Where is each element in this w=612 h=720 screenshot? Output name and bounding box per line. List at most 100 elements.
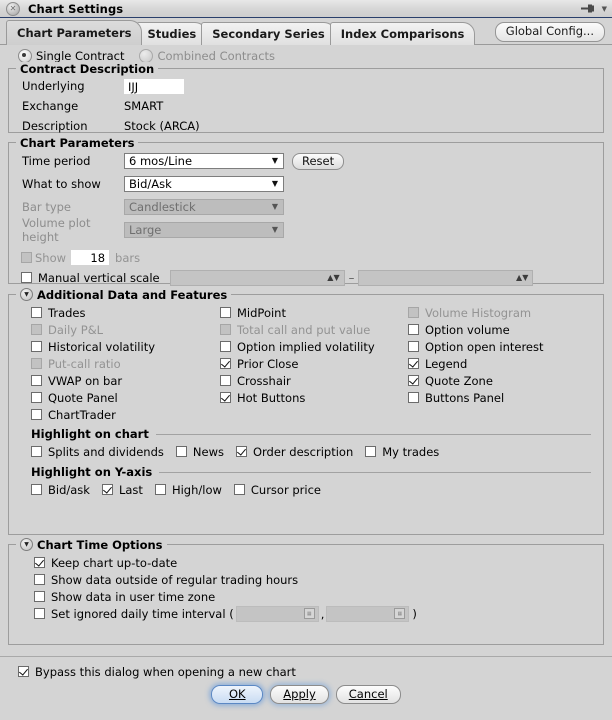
checkbox-news[interactable]: News [175,443,224,460]
reset-button[interactable]: Reset [292,152,345,170]
checkbox-box[interactable] [31,341,42,352]
checkbox-box[interactable] [220,392,231,403]
checkbox-box[interactable] [34,574,45,585]
additional-data-header[interactable]: ▼ Additional Data and Features [16,287,232,302]
checkbox-crosshair[interactable]: Crosshair [220,372,408,389]
checkbox-box[interactable] [154,484,166,495]
global-config-button[interactable]: Global Config... [494,22,605,42]
checkbox-show-data-outside-rth[interactable]: Show data outside of regular trading hou… [34,571,603,588]
checkbox-box[interactable] [408,358,419,369]
apply-button-label: Apply [283,687,316,701]
time-period-combo[interactable]: 6 mos/Line ▼ [124,153,284,169]
volume-plot-height-combo[interactable]: Large ▼ [124,222,284,238]
checkbox-box[interactable] [408,392,419,403]
checkbox-show-data-user-timezone[interactable]: Show data in user time zone [34,588,603,605]
checkbox-box[interactable] [220,307,231,318]
checkbox-legend[interactable]: Legend [408,355,588,372]
manual-scale-separator: – [348,270,355,285]
checkbox-box[interactable] [233,484,245,495]
disclosure-triangle-icon[interactable]: ▼ [20,288,33,301]
manual-vertical-scale-checkbox[interactable] [21,272,32,283]
disclosure-triangle-icon[interactable]: ▼ [20,538,33,551]
checkbox-box[interactable] [31,324,42,335]
checkbox-box[interactable] [34,591,45,602]
radio-combined-contracts[interactable] [139,48,154,63]
manual-scale-min-spinner[interactable]: ▲▼ [169,269,345,286]
checkbox-box[interactable] [220,375,231,386]
checkbox-splits-and-dividends[interactable]: Splits and dividends [31,443,164,460]
time-period-label: Time period [22,154,91,168]
radio-single-contract[interactable] [18,48,32,63]
ignored-interval-to-input[interactable]: ▦ [326,605,410,622]
checkbox-box[interactable] [408,375,419,386]
checkbox-box[interactable] [220,341,231,352]
checkbox-box[interactable] [408,324,419,335]
close-circle-icon[interactable]: ✕ [6,1,20,16]
checkbox-box[interactable] [31,358,42,369]
checkbox-box[interactable] [31,484,42,495]
checkbox-set-ignored-interval[interactable] [34,608,45,619]
tab-secondary-series[interactable]: Secondary Series [201,22,336,45]
checkbox-keep-chart-up-to-date[interactable]: Keep chart up-to-date [34,554,603,571]
checkbox-cursor-price[interactable]: Cursor price [233,481,321,498]
manual-scale-max-spinner[interactable]: ▲▼ [358,269,534,286]
tab-studies[interactable]: Studies [136,22,208,45]
checkbox-volume-histogram[interactable]: Volume Histogram [408,304,588,321]
cancel-button[interactable]: Cancel [335,685,401,704]
checkbox-my-trades[interactable]: My trades [365,443,439,460]
show-bars-checkbox[interactable] [21,252,32,263]
checkbox-box[interactable] [175,446,187,457]
checkbox-trades[interactable]: Trades [31,304,220,321]
checkbox-box[interactable] [31,375,42,386]
checkbox-historical-volatility[interactable]: Historical volatility [31,338,220,355]
checkbox-option-implied-volatility[interactable]: Option implied volatility [220,338,408,355]
checkbox-box[interactable] [365,446,377,457]
tab-index-comparisons[interactable]: Index Comparisons [329,22,476,45]
checkbox-label: ChartTrader [48,407,116,422]
what-to-show-label: What to show [22,177,101,191]
chart-time-options-header[interactable]: ▼ Chart Time Options [16,537,167,552]
checkbox-vwap-on-bar[interactable]: VWAP on bar [31,372,220,389]
checkbox-label: MidPoint [237,305,286,320]
checkbox-put-call-ratio[interactable]: Put-call ratio [31,355,220,372]
checkbox-box[interactable] [31,392,42,403]
checkbox-option-volume[interactable]: Option volume [408,321,588,338]
checkbox-box[interactable] [31,409,42,420]
checkbox-hot-buttons[interactable]: Hot Buttons [220,389,408,406]
chevron-down-icon[interactable]: ▼ [602,5,607,13]
underlying-input[interactable]: IJJ [124,78,184,94]
show-bars-input[interactable]: 18 [71,250,110,265]
what-to-show-combo[interactable]: Bid/Ask ▼ [124,176,284,192]
checkbox-prior-close[interactable]: Prior Close [220,355,408,372]
checkbox-box[interactable] [408,341,419,352]
checkbox-box[interactable] [220,324,231,335]
checkbox-midpoint[interactable]: MidPoint [220,304,408,321]
checkbox-high-low[interactable]: High/low [154,481,222,498]
checkbox-box[interactable] [101,484,113,495]
ok-button[interactable]: OK [211,685,264,704]
checkbox-daily-pl[interactable]: Daily P&L [31,321,220,338]
checkbox-buttons-panel[interactable]: Buttons Panel [408,389,588,406]
checkbox-box[interactable] [34,557,45,568]
checkbox-quote-zone[interactable]: Quote Zone [408,372,588,389]
checkbox-total-call-put-value[interactable]: Total call and put value [220,321,408,338]
checkbox-label: Last [118,482,143,497]
checkbox-box[interactable] [31,307,42,318]
ignored-interval-from-input[interactable]: ▦ [235,605,319,622]
checkbox-order-description[interactable]: Order description [235,443,353,460]
checkbox-box[interactable] [235,446,247,457]
checkbox-quote-panel[interactable]: Quote Panel [31,389,220,406]
bypass-dialog-row[interactable]: Bypass this dialog when opening a new ch… [8,663,604,680]
checkbox-box[interactable] [408,307,419,318]
checkbox-box[interactable] [31,446,42,457]
checkbox-charttrader[interactable]: ChartTrader [31,406,220,423]
checkbox-last[interactable]: Last [101,481,143,498]
checkbox-box[interactable] [220,358,231,369]
bypass-dialog-checkbox[interactable] [18,666,29,677]
pin-icon[interactable] [580,2,597,16]
bar-type-combo[interactable]: Candlestick ▼ [124,199,284,215]
checkbox-option-open-interest[interactable]: Option open interest [408,338,588,355]
tab-chart-parameters[interactable]: Chart Parameters [6,20,143,45]
checkbox-bid-ask[interactable]: Bid/ask [31,481,90,498]
apply-button[interactable]: Apply [270,685,329,704]
